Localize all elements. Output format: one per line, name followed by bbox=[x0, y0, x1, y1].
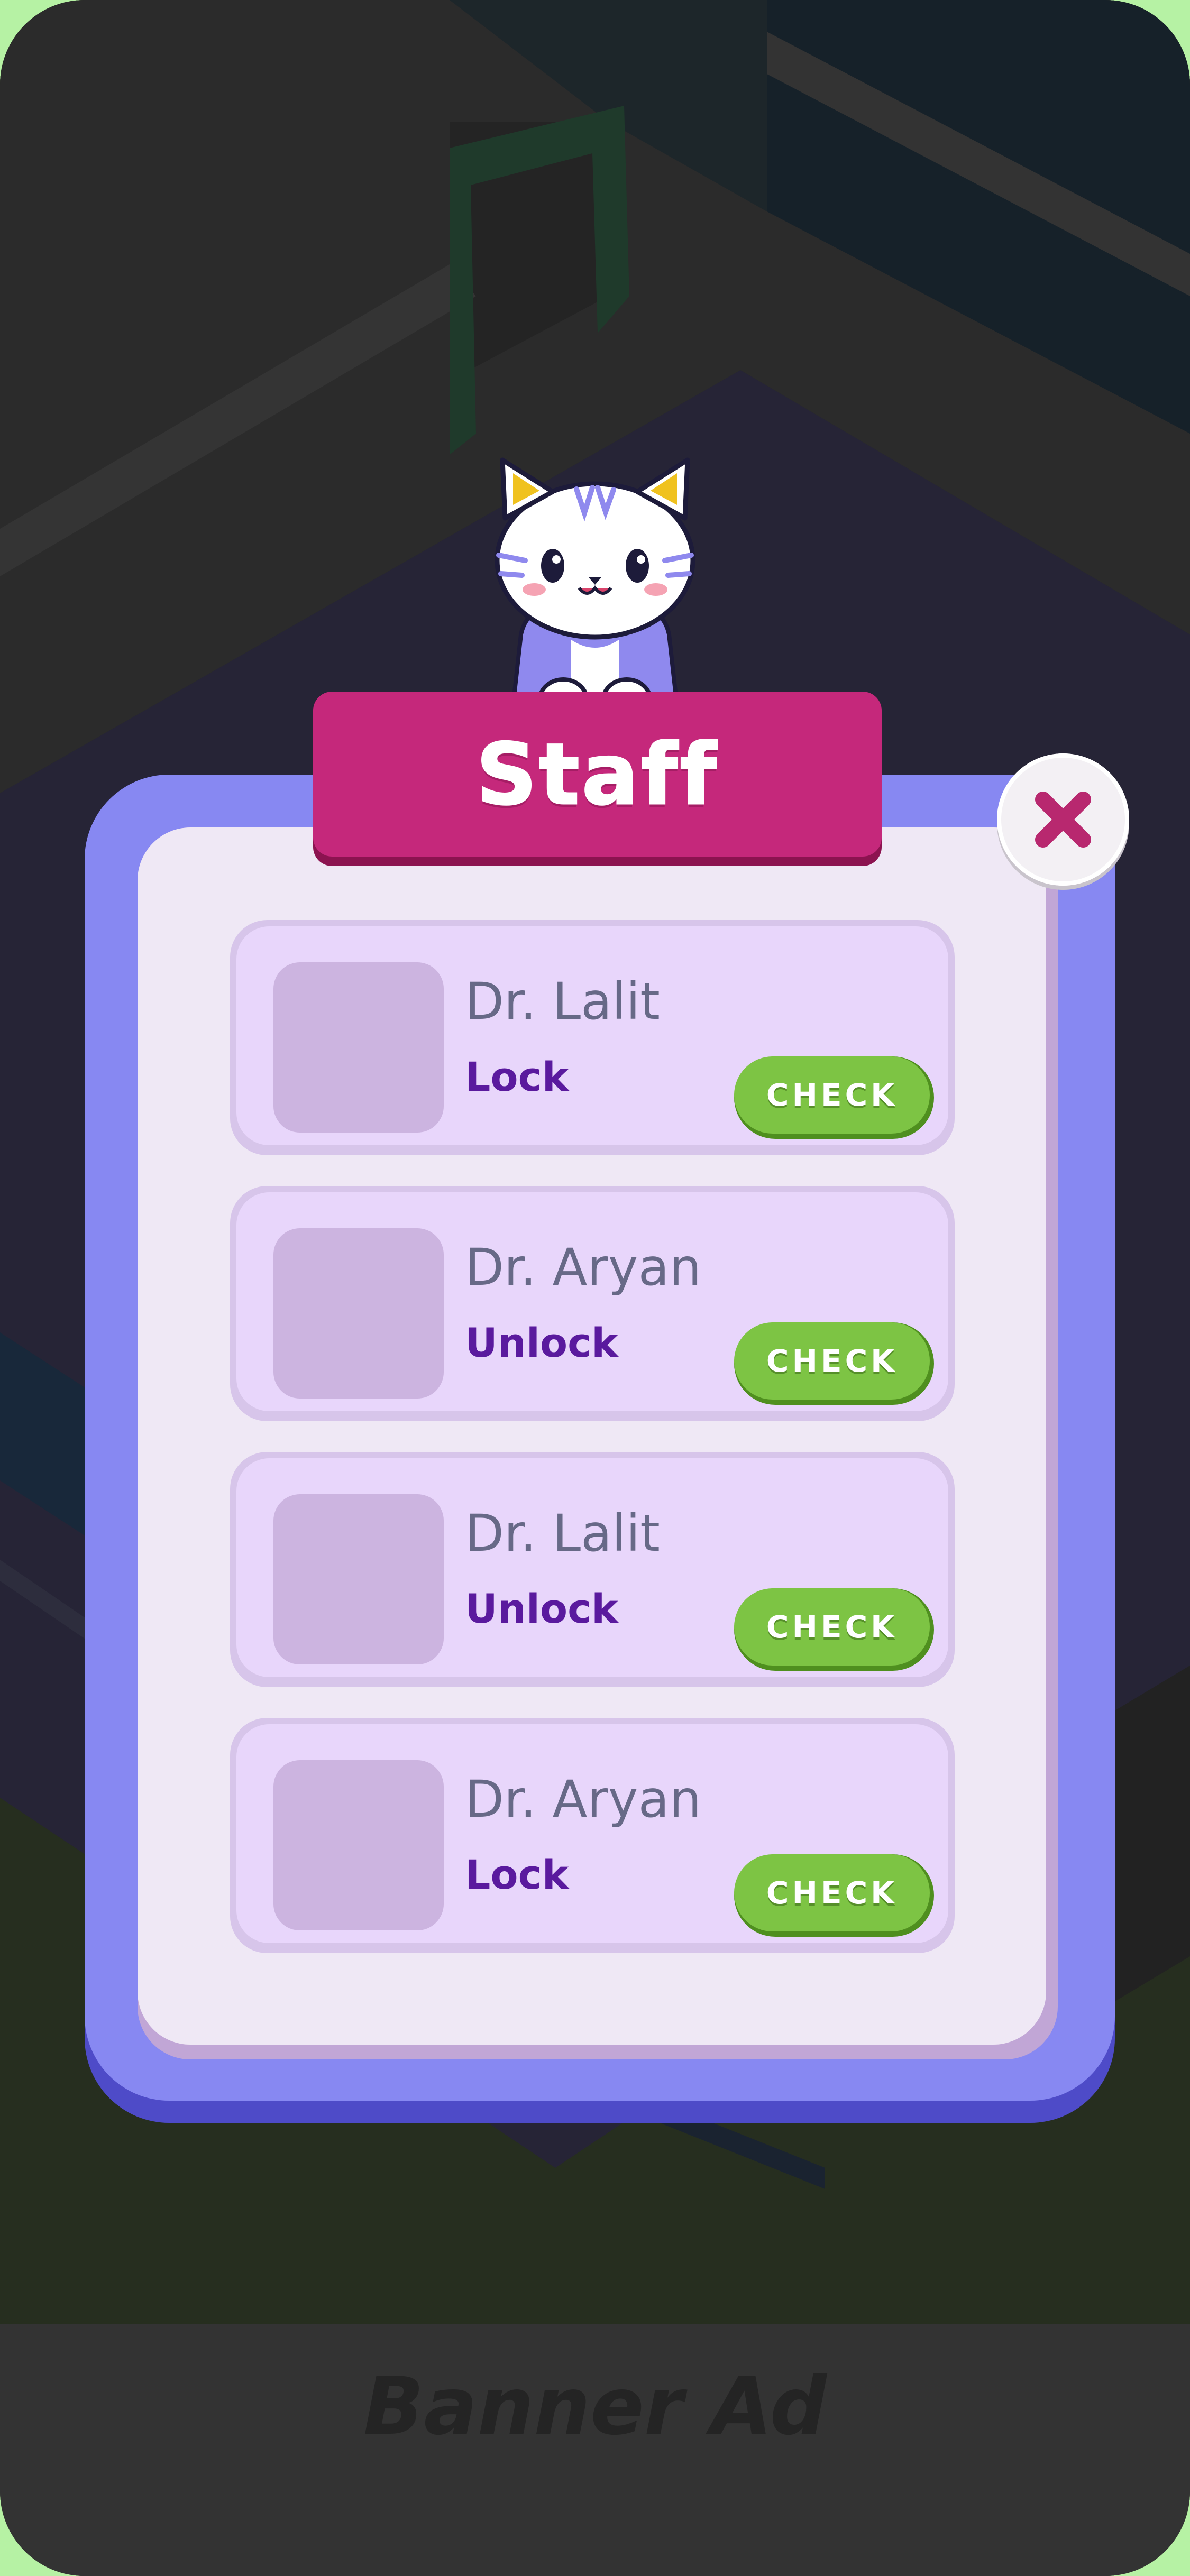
popup-title: Staff bbox=[475, 724, 719, 824]
staff-card: Dr. Aryan Unlock CHECK bbox=[230, 1186, 955, 1421]
staff-status: Unlock bbox=[465, 1585, 618, 1632]
banner-ad[interactable]: Banner Ad bbox=[0, 2324, 1190, 2576]
title-banner: Staff bbox=[313, 692, 882, 857]
banner-ad-label: Banner Ad bbox=[363, 2361, 827, 2453]
staff-status: Lock bbox=[465, 1053, 569, 1100]
cat-mascot-icon bbox=[495, 457, 695, 730]
staff-name: Dr. Aryan bbox=[465, 1238, 702, 1297]
check-button[interactable]: CHECK bbox=[734, 1854, 930, 1931]
staff-card: Dr. Aryan Lock CHECK bbox=[230, 1718, 955, 1953]
staff-card-face: Dr. Lalit Lock CHECK bbox=[236, 926, 948, 1145]
staff-status: Lock bbox=[465, 1851, 569, 1898]
staff-card-face: Dr. Aryan Unlock CHECK bbox=[236, 1192, 948, 1411]
staff-avatar bbox=[273, 1228, 444, 1399]
staff-name: Dr. Lalit bbox=[465, 1504, 660, 1563]
staff-avatar bbox=[273, 962, 444, 1133]
check-button[interactable]: CHECK bbox=[734, 1056, 930, 1134]
staff-avatar bbox=[273, 1760, 444, 1930]
staff-name: Dr. Aryan bbox=[465, 1770, 702, 1829]
game-screen: Staff Dr. Lalit Lock CHECK Dr. Aryan Unl… bbox=[0, 0, 1190, 2576]
check-button[interactable]: CHECK bbox=[734, 1588, 930, 1666]
staff-list: Dr. Lalit Lock CHECK Dr. Aryan Unlock CH… bbox=[230, 920, 955, 1984]
staff-status: Unlock bbox=[465, 1319, 618, 1366]
staff-card-face: Dr. Aryan Lock CHECK bbox=[236, 1724, 948, 1943]
close-x-icon bbox=[1035, 792, 1091, 848]
staff-card: Dr. Lalit Lock CHECK bbox=[230, 920, 955, 1155]
staff-name: Dr. Lalit bbox=[465, 972, 660, 1031]
staff-card: Dr. Lalit Unlock CHECK bbox=[230, 1452, 955, 1687]
staff-card-face: Dr. Lalit Unlock CHECK bbox=[236, 1458, 948, 1677]
check-button[interactable]: CHECK bbox=[734, 1322, 930, 1400]
close-button[interactable] bbox=[997, 753, 1129, 886]
staff-avatar bbox=[273, 1494, 444, 1664]
